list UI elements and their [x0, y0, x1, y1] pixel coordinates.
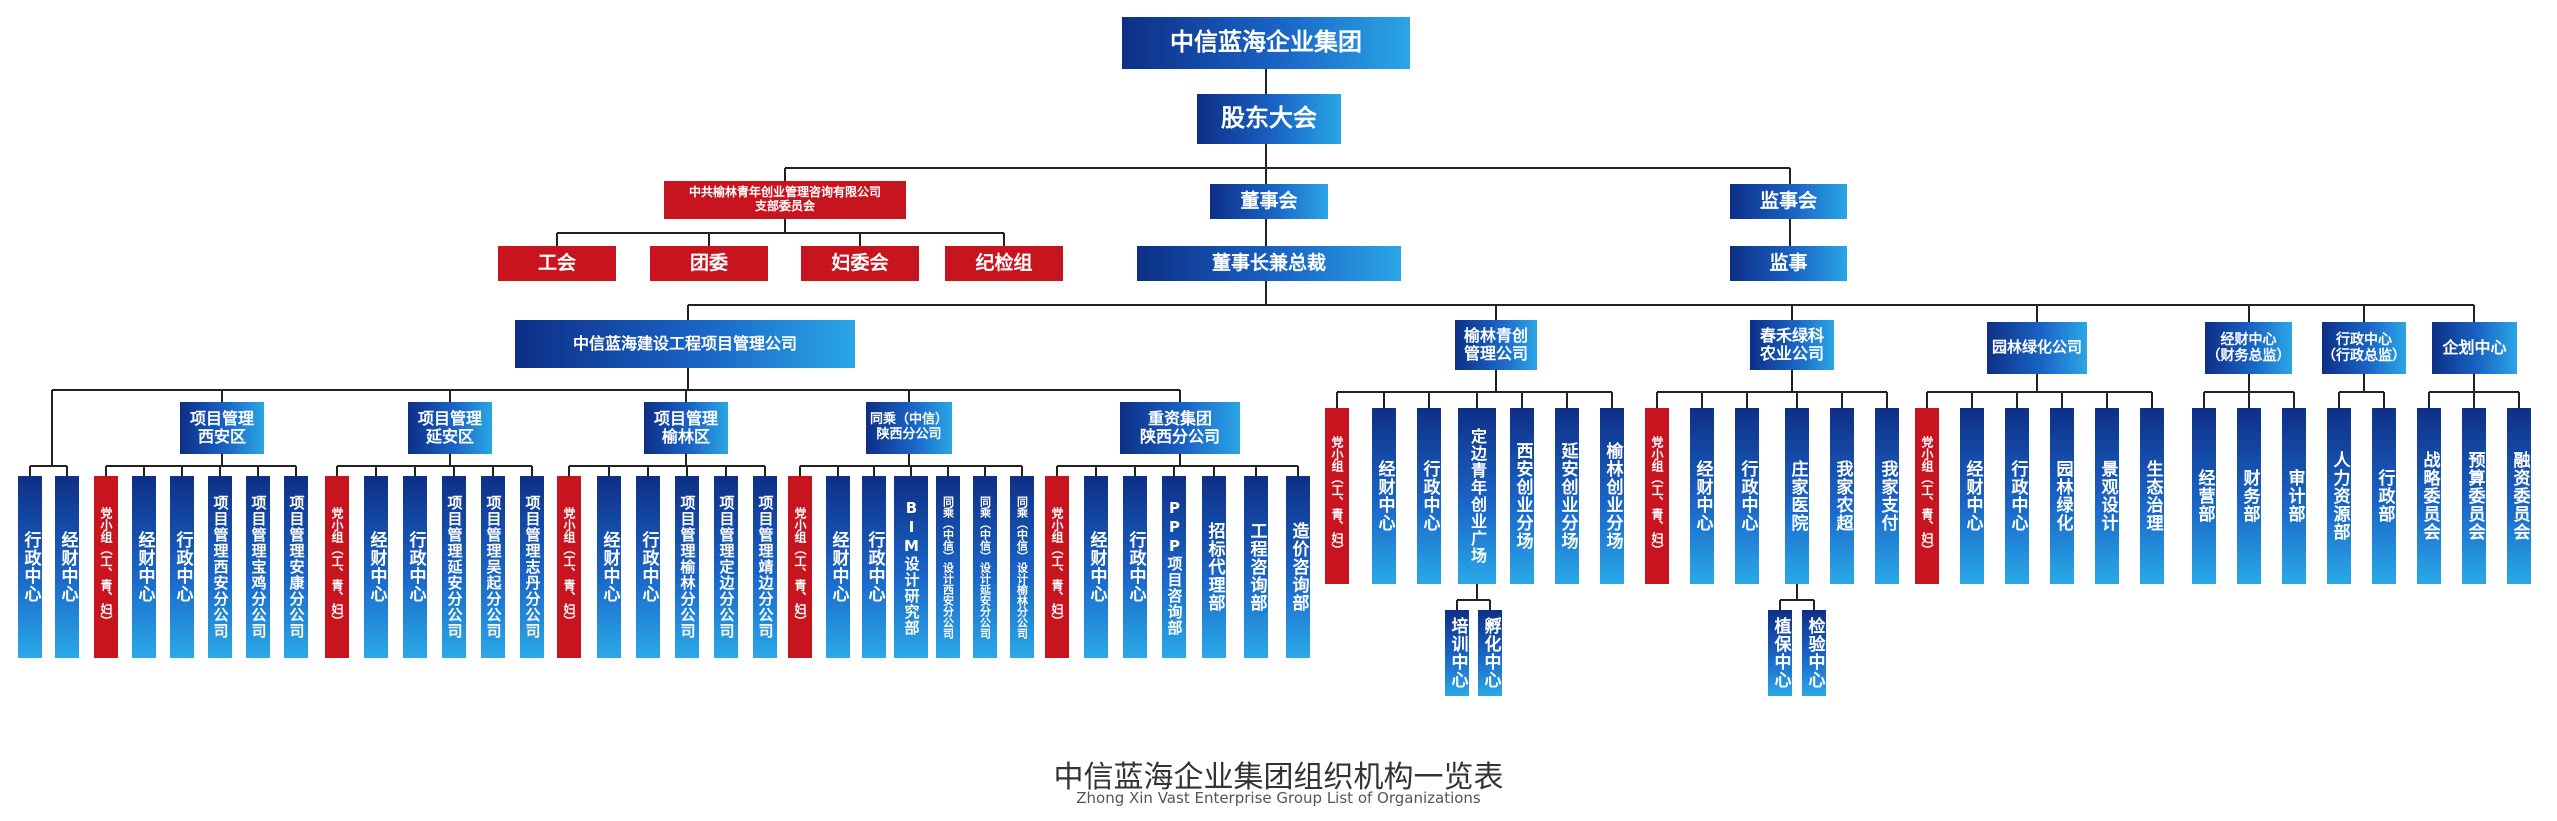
leaf-admin-center[interactable]: 行政中心	[2005, 408, 2029, 584]
leaf-party-group[interactable]: 党小组（工、青、妇）	[1325, 408, 1349, 584]
leaf-finance-center[interactable]: 经财中心	[364, 476, 388, 658]
leaf-finance-dept[interactable]: 财务部	[2237, 408, 2261, 584]
leaf-admin-center[interactable]: 行政中心	[636, 476, 660, 658]
region-yanan-box[interactable]: 项目管理 延安区	[408, 402, 492, 454]
leaf-branch[interactable]: 项目管理宝鸡分公司	[246, 476, 270, 658]
leaf-finance-center[interactable]: 经财中心	[55, 476, 79, 658]
leaf-branch[interactable]: 项目管理定边分公司	[714, 476, 738, 658]
leaf-financing-committee[interactable]: 融资委员会	[2507, 408, 2531, 584]
leaf-party-group[interactable]: 党小组（工、青、妇）	[788, 476, 812, 658]
leaf-admin-center[interactable]: 行政中心	[18, 476, 42, 658]
region-xian-box[interactable]: 项目管理 西安区	[180, 402, 264, 454]
planning-center-box[interactable]: 企划中心	[2432, 322, 2517, 374]
leaf-design-branch[interactable]: 同乘（中信）设计榆林分公司	[1010, 476, 1034, 658]
leaf-design-branch[interactable]: 同乘（中信）设计延安分公司	[973, 476, 997, 658]
leaf-ppp-dept[interactable]: PPP项目咨询部	[1162, 476, 1186, 658]
leaf-branch[interactable]: 项目管理安康分公司	[284, 476, 308, 658]
supervisor-box[interactable]: 监事	[1730, 246, 1847, 281]
leaf-hospital[interactable]: 庄家医院	[1785, 408, 1809, 584]
group-root-box[interactable]: 中信蓝海企业集团	[1122, 17, 1410, 69]
admin-center-box[interactable]: 行政中心 （行政总监）	[2322, 322, 2406, 374]
leaf-pay[interactable]: 我家支付	[1875, 408, 1899, 584]
board-box[interactable]: 董事会	[1210, 184, 1328, 219]
leaf-finance-center[interactable]: 经财中心	[1690, 408, 1714, 584]
party-org-union[interactable]: 工会	[498, 246, 616, 281]
party-branch-box[interactable]: 中共榆林青年创业管理咨询有限公司 支部委员会	[664, 181, 906, 219]
region-yulin-box[interactable]: 项目管理 榆林区	[644, 402, 728, 454]
supervisory-board-box[interactable]: 监事会	[1730, 184, 1847, 219]
leaf-branch[interactable]: 项目管理延安分公司	[442, 476, 466, 658]
leaf-incubation-center[interactable]: 孵化中心	[1478, 610, 1502, 696]
chart-subtitle: Zhong Xin Vast Enterprise Group List of …	[1076, 789, 1481, 807]
org-chart: 中信蓝海企业集团 股东大会 中共榆林青年创业管理咨询有限公司 支部委员会 董事会…	[0, 0, 2557, 821]
leaf-cost-dept[interactable]: 造价咨询部	[1286, 476, 1310, 658]
yulin-company-box[interactable]: 榆林青创 管理公司	[1455, 320, 1537, 370]
leaf-design-branch[interactable]: 同乘（中信）设计西安分公司	[936, 476, 960, 658]
project-company-box[interactable]: 中信蓝海建设工程项目管理公司	[515, 320, 855, 368]
leaf-venue[interactable]: 西安创业分场	[1510, 408, 1534, 584]
leaf-branch[interactable]: 项目管理吴起分公司	[481, 476, 505, 658]
leaf-finance-center[interactable]: 经财中心	[597, 476, 621, 658]
leaf-branch[interactable]: 项目管理志丹分公司	[520, 476, 544, 658]
leaf-strategy-committee[interactable]: 战略委员会	[2417, 408, 2441, 584]
leaf-party-group[interactable]: 党小组（工、青、妇）	[557, 476, 581, 658]
chunhe-company-box[interactable]: 春禾绿科 农业公司	[1750, 320, 1834, 370]
leaf-bidding-dept[interactable]: 招标代理部	[1202, 476, 1226, 658]
party-org-youth[interactable]: 团委	[650, 246, 768, 281]
leaf-admin-dept[interactable]: 行政部	[2372, 408, 2396, 584]
leaf-budget-committee[interactable]: 预算委员会	[2462, 408, 2486, 584]
leaf-landscape-design[interactable]: 景观设计	[2095, 408, 2119, 584]
leaf-finance-center[interactable]: 经财中心	[826, 476, 850, 658]
region-zhongzi-box[interactable]: 重资集团 陕西分公司	[1120, 402, 1240, 454]
region-tongcheng-box[interactable]: 同乘（中信） 陕西分公司	[866, 402, 952, 454]
leaf-training-center[interactable]: 培训中心	[1445, 610, 1469, 696]
party-org-discipline[interactable]: 纪检组	[945, 246, 1063, 281]
leaf-hr-dept[interactable]: 人力资源部	[2327, 408, 2351, 584]
leaf-audit-dept[interactable]: 审计部	[2282, 408, 2306, 584]
leaf-admin-center[interactable]: 行政中心	[862, 476, 886, 658]
leaf-branch[interactable]: 项目管理靖边分公司	[753, 476, 777, 658]
leaf-party-group[interactable]: 党小组（工、青、妇）	[325, 476, 349, 658]
leaf-engineering-dept[interactable]: 工程咨询部	[1244, 476, 1268, 658]
chairman-box[interactable]: 董事长兼总裁	[1137, 246, 1401, 281]
leaf-bim-dept[interactable]: BIM设计研究部	[894, 476, 928, 658]
garden-company-box[interactable]: 园林绿化公司	[1987, 322, 2087, 374]
leaf-plant-protection[interactable]: 植保中心	[1768, 610, 1792, 696]
finance-center-box[interactable]: 经财中心 （财务总监）	[2205, 322, 2292, 374]
shareholders-box[interactable]: 股东大会	[1197, 94, 1341, 144]
leaf-admin-center[interactable]: 行政中心	[403, 476, 427, 658]
leaf-youth-plaza[interactable]: 定边青年创业广场	[1458, 408, 1496, 584]
leaf-admin-center[interactable]: 行政中心	[1123, 476, 1147, 658]
leaf-finance-center[interactable]: 经财中心	[1372, 408, 1396, 584]
leaf-branch[interactable]: 项目管理西安分公司	[208, 476, 232, 658]
leaf-party-group[interactable]: 党小组（工、青、妇）	[94, 476, 118, 658]
leaf-admin-center[interactable]: 行政中心	[1417, 408, 1441, 584]
leaf-finance-center[interactable]: 经财中心	[132, 476, 156, 658]
leaf-party-group[interactable]: 党小组（工、青、妇）	[1045, 476, 1069, 658]
leaf-party-group[interactable]: 党小组（工、青、妇）	[1645, 408, 1669, 584]
leaf-admin-center[interactable]: 行政中心	[1735, 408, 1759, 584]
leaf-branch[interactable]: 项目管理榆林分公司	[675, 476, 699, 658]
leaf-finance-center[interactable]: 经财中心	[1960, 408, 1984, 584]
leaf-venue[interactable]: 延安创业分场	[1555, 408, 1579, 584]
leaf-inspection-center[interactable]: 检验中心	[1802, 610, 1826, 696]
party-org-women[interactable]: 妇委会	[801, 246, 919, 281]
leaf-finance-center[interactable]: 经财中心	[1084, 476, 1108, 658]
leaf-operations-dept[interactable]: 经营部	[2192, 408, 2216, 584]
leaf-farm-market[interactable]: 我家农超	[1830, 408, 1854, 584]
leaf-party-group[interactable]: 党小组（工、青、妇）	[1915, 408, 1939, 584]
leaf-landscaping[interactable]: 园林绿化	[2050, 408, 2074, 584]
leaf-eco-governance[interactable]: 生态治理	[2140, 408, 2164, 584]
leaf-admin-center[interactable]: 行政中心	[170, 476, 194, 658]
leaf-venue[interactable]: 榆林创业分场	[1600, 408, 1624, 584]
